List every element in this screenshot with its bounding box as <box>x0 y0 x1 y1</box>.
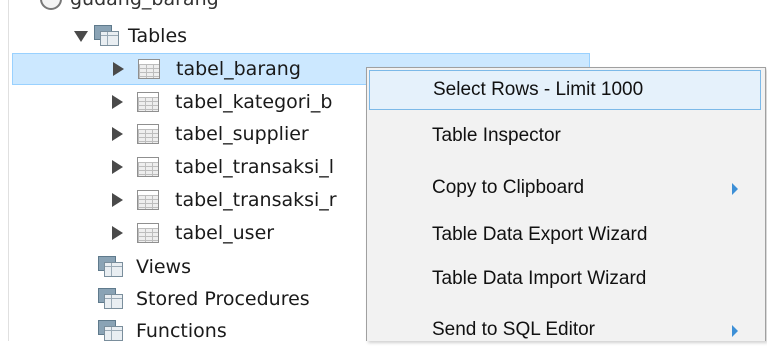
panel-divider <box>8 0 9 341</box>
table-label: tabel_supplier <box>175 122 309 145</box>
tables-label: Tables <box>128 24 188 47</box>
expand-right-icon[interactable] <box>112 193 123 207</box>
table-icon <box>137 92 159 112</box>
table-row-tabel-transaksi-2[interactable]: tabel_transaksi_r <box>112 184 337 216</box>
table-icon <box>138 59 160 79</box>
table-icon <box>137 157 159 177</box>
database-icon <box>40 0 62 10</box>
expand-right-icon[interactable] <box>112 95 123 109</box>
menu-item-data-export-wizard[interactable]: Table Data Export Wizard <box>369 215 761 255</box>
menu-item-select-rows[interactable]: Select Rows - Limit 1000 <box>369 70 761 110</box>
tree-item-tables[interactable]: Tables <box>74 20 187 52</box>
menu-item-copy-to-clipboard[interactable]: Copy to Clipboard <box>369 168 761 208</box>
table-row-tabel-transaksi-1[interactable]: tabel_transaksi_l <box>112 151 334 183</box>
table-label: tabel_transaksi_r <box>175 188 337 211</box>
views-label: Views <box>136 255 191 278</box>
expand-right-icon[interactable] <box>112 127 123 141</box>
stored-procedures-label: Stored Procedures <box>136 287 310 310</box>
table-row-tabel-user[interactable]: tabel_user <box>112 217 274 249</box>
table-icon <box>137 124 159 144</box>
expand-right-icon[interactable] <box>112 226 123 240</box>
views-folder-icon <box>98 256 124 278</box>
menu-item-data-import-wizard[interactable]: Table Data Import Wizard <box>369 259 761 299</box>
functions-folder-icon <box>98 320 124 342</box>
table-label: tabel_transaksi_l <box>175 155 335 178</box>
tree-item-stored-procedures[interactable]: Stored Procedures <box>98 283 310 315</box>
tree-item-functions[interactable]: Functions <box>98 315 227 347</box>
menu-item-label: Table Data Export Wizard <box>432 224 648 245</box>
stored-procedures-folder-icon <box>98 288 124 310</box>
menu-item-label: Table Data Import Wizard <box>432 268 647 289</box>
table-icon <box>137 223 159 243</box>
expand-down-icon[interactable] <box>74 30 88 42</box>
submenu-arrow-icon <box>732 183 738 195</box>
expand-right-icon[interactable] <box>112 160 123 174</box>
tree-item-views[interactable]: Views <box>98 251 191 283</box>
menu-item-label: Select Rows - Limit 1000 <box>433 79 644 100</box>
tree-item-schema[interactable]: gudang_barang <box>40 0 219 10</box>
table-label: tabel_barang <box>176 57 301 80</box>
tables-folder-icon <box>94 25 120 47</box>
table-label: tabel_user <box>175 221 275 244</box>
submenu-arrow-icon <box>732 325 738 337</box>
menu-item-label: Send to SQL Editor <box>432 319 596 340</box>
table-row-tabel-supplier[interactable]: tabel_supplier <box>112 118 309 150</box>
context-menu: Select Rows - Limit 1000 Table Inspector… <box>366 67 766 341</box>
functions-label: Functions <box>136 319 227 342</box>
menu-item-label: Table Inspector <box>432 125 561 146</box>
expand-right-icon[interactable] <box>113 62 124 76</box>
table-icon <box>137 190 159 210</box>
menu-item-table-inspector[interactable]: Table Inspector <box>369 116 761 156</box>
table-row-tabel-kategori[interactable]: tabel_kategori_b <box>112 86 332 118</box>
table-label: tabel_kategori_b <box>175 90 333 113</box>
menu-item-label: Copy to Clipboard <box>432 177 585 198</box>
menu-item-send-to-sql-editor[interactable]: Send to SQL Editor <box>369 310 761 350</box>
schema-label: gudang_barang <box>70 0 219 10</box>
